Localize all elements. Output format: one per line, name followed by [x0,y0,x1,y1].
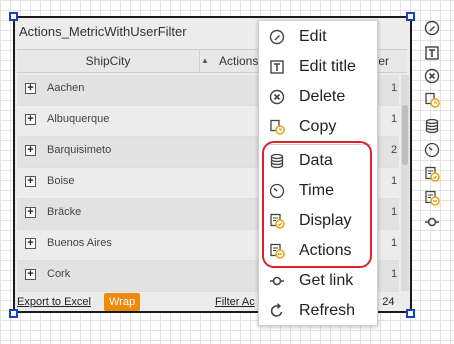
menu-item-data[interactable]: Data [259,148,377,174]
actions-icon [270,243,285,259]
row-city: Aachen [47,82,85,94]
widget-title: Actions_MetricWithUserFilter [19,24,187,39]
row-city: Cork [47,268,71,280]
menu-label: Copy [299,118,337,135]
pencil-circle-icon [269,29,285,45]
menu-label: Edit title [299,58,356,75]
link-icon [270,276,284,286]
menu-label: Get link [299,272,354,289]
menu-label: Data [299,152,333,169]
menu-label: Time [299,182,334,199]
menu-label: Refresh [299,302,356,319]
expand-icon[interactable]: + [25,145,36,156]
menu-item-get-link[interactable]: Get link [259,268,377,294]
row-count: 1 [391,268,398,280]
delete-circle-icon[interactable] [424,68,440,84]
menu-item-copy[interactable]: Copy [259,114,377,140]
expand-icon[interactable]: + [25,238,36,249]
resize-handle-top-left[interactable] [9,12,18,21]
wrap-button[interactable]: Wrap [104,293,141,311]
copy-icon[interactable] [424,92,440,108]
menu-label: Actions [299,242,352,259]
menu-separator [267,144,371,145]
link-icon[interactable] [424,214,440,230]
expand-icon[interactable]: + [25,83,36,94]
row-count: 2 [391,144,398,156]
sort-ascending-icon[interactable]: ▲ [201,50,209,72]
copy-icon [270,119,285,135]
resize-handle-bottom-left[interactable] [9,309,18,318]
filter-link[interactable]: Filter Ac [215,296,255,308]
row-count: 1 [391,175,398,187]
menu-item-time[interactable]: Time [259,178,377,204]
text-box-icon[interactable] [424,45,440,61]
row-count: 1 [391,82,398,94]
menu-item-delete[interactable]: Delete [259,84,377,110]
database-icon[interactable] [424,118,440,134]
menu-label: Delete [299,88,346,105]
display-icon [270,213,285,229]
column-header-actions[interactable]: Actions [219,50,258,72]
text-box-icon [270,60,284,74]
menu-label: Edit [299,28,327,45]
expand-icon[interactable]: + [25,269,36,280]
row-count: 1 [391,206,398,218]
menu-item-display[interactable]: Display [259,208,377,234]
resize-handle-bottom-right[interactable] [406,309,415,318]
column-header-shipcity[interactable]: ShipCity [17,50,200,72]
context-menu: Edit Edit title Delete Copy Data Time Di… [258,20,378,326]
grid-scrollbar[interactable] [401,75,409,291]
menu-item-refresh[interactable]: Refresh [259,298,377,324]
export-to-excel-link[interactable]: Export to Excel [17,296,91,308]
refresh-icon [270,303,283,317]
expand-icon[interactable]: + [25,207,36,218]
row-city: Buenos Aires [47,237,112,249]
menu-item-edit-title[interactable]: Edit title [259,54,377,80]
display-icon[interactable] [424,166,440,182]
row-city: Barquisimeto [47,144,112,156]
expand-icon[interactable]: + [25,114,36,125]
menu-item-edit[interactable]: Edit [259,24,377,50]
row-city: Bräcke [47,206,82,218]
filter-label: Filter [215,296,240,308]
resize-handle-top-right[interactable] [406,12,415,21]
menu-item-actions[interactable]: Actions [259,238,377,264]
delete-circle-icon [269,89,285,105]
database-icon [270,153,284,169]
row-count: 1 [391,237,398,249]
pencil-circle-icon[interactable] [424,20,440,36]
row-city: Albuquerque [47,113,110,125]
actions-icon[interactable] [424,190,440,206]
right-toolbar [424,18,444,238]
clock-icon [269,183,285,199]
clock-icon[interactable] [424,142,440,158]
menu-label: Display [299,212,352,229]
scrollbar-thumb[interactable] [402,105,408,165]
row-city: Boise [47,175,75,187]
row-count: 1 [391,113,398,125]
filter-trailing-text: Ac [239,296,255,308]
expand-icon[interactable]: + [25,176,36,187]
